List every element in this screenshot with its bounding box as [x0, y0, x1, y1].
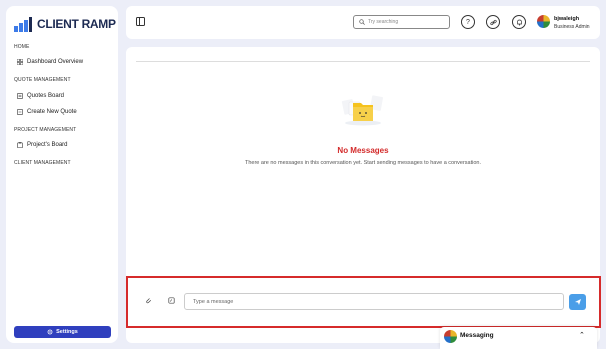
search-input[interactable]: Try searching	[353, 15, 450, 29]
user-name[interactable]: bjwaleigh	[554, 16, 579, 22]
avatar	[444, 330, 457, 343]
sidebar-item-label: Dashboard Overview	[27, 59, 84, 65]
logo-bars-icon	[14, 16, 36, 32]
nav-section-client-management[interactable]: CLIENT MANAGEMENT	[14, 160, 71, 166]
grid-icon	[17, 59, 23, 65]
settings-button[interactable]: Settings	[14, 326, 111, 338]
messaging-tab[interactable]: Messaging ⌃	[440, 327, 597, 349]
sidebar-toggle-icon[interactable]	[136, 17, 145, 26]
help-button[interactable]: ?	[461, 15, 475, 29]
link-icon	[489, 19, 497, 25]
settings-label: Settings	[56, 329, 78, 335]
bell-icon	[516, 19, 522, 25]
empty-state-title: No Messages	[337, 146, 389, 155]
messaging-label: Messaging	[460, 332, 494, 339]
brand-logo[interactable]: CLIENT RAMP	[14, 16, 116, 32]
avatar[interactable]	[537, 15, 550, 28]
composer-highlight-box	[126, 276, 601, 328]
gear-icon	[47, 329, 53, 335]
clipboard-icon	[17, 142, 23, 148]
chevron-up-icon[interactable]: ⌃	[579, 331, 585, 339]
sidebar-item-label: Quotes Board	[27, 93, 65, 99]
brand-name: CLIENT RAMP	[37, 17, 116, 31]
sidebar-item-create-quote[interactable]: Create New Quote	[17, 109, 77, 115]
nav-section-project-management: PROJECT MANAGEMENT	[14, 127, 77, 133]
sidebar-item-label: Project's Board	[27, 142, 68, 148]
search-placeholder: Try searching	[368, 19, 399, 25]
link-button[interactable]	[486, 15, 500, 29]
nav-section-home: HOME	[14, 44, 30, 50]
notifications-button[interactable]	[512, 15, 526, 29]
document-icon	[17, 93, 23, 99]
sidebar: CLIENT RAMP HOME Dashboard Overview QUOT…	[6, 6, 118, 343]
sidebar-item-label: Create New Quote	[27, 109, 77, 115]
top-bar: Try searching ? bjwaleigh Business Admin	[126, 6, 600, 39]
search-icon	[359, 19, 365, 25]
nav-section-quote-management: QUOTE MANAGEMENT	[14, 77, 71, 83]
document-add-icon	[17, 109, 23, 115]
sidebar-item-quotes-board[interactable]: Quotes Board	[17, 93, 64, 99]
help-icon: ?	[466, 18, 470, 26]
divider	[136, 61, 590, 62]
user-role: Business Admin	[554, 24, 590, 30]
sidebar-item-projects-board[interactable]: Project's Board	[17, 142, 68, 148]
sidebar-item-dashboard[interactable]: Dashboard Overview	[17, 59, 83, 65]
empty-state-description: There are no messages in this conversati…	[244, 160, 482, 166]
empty-folder-icon	[341, 95, 383, 126]
